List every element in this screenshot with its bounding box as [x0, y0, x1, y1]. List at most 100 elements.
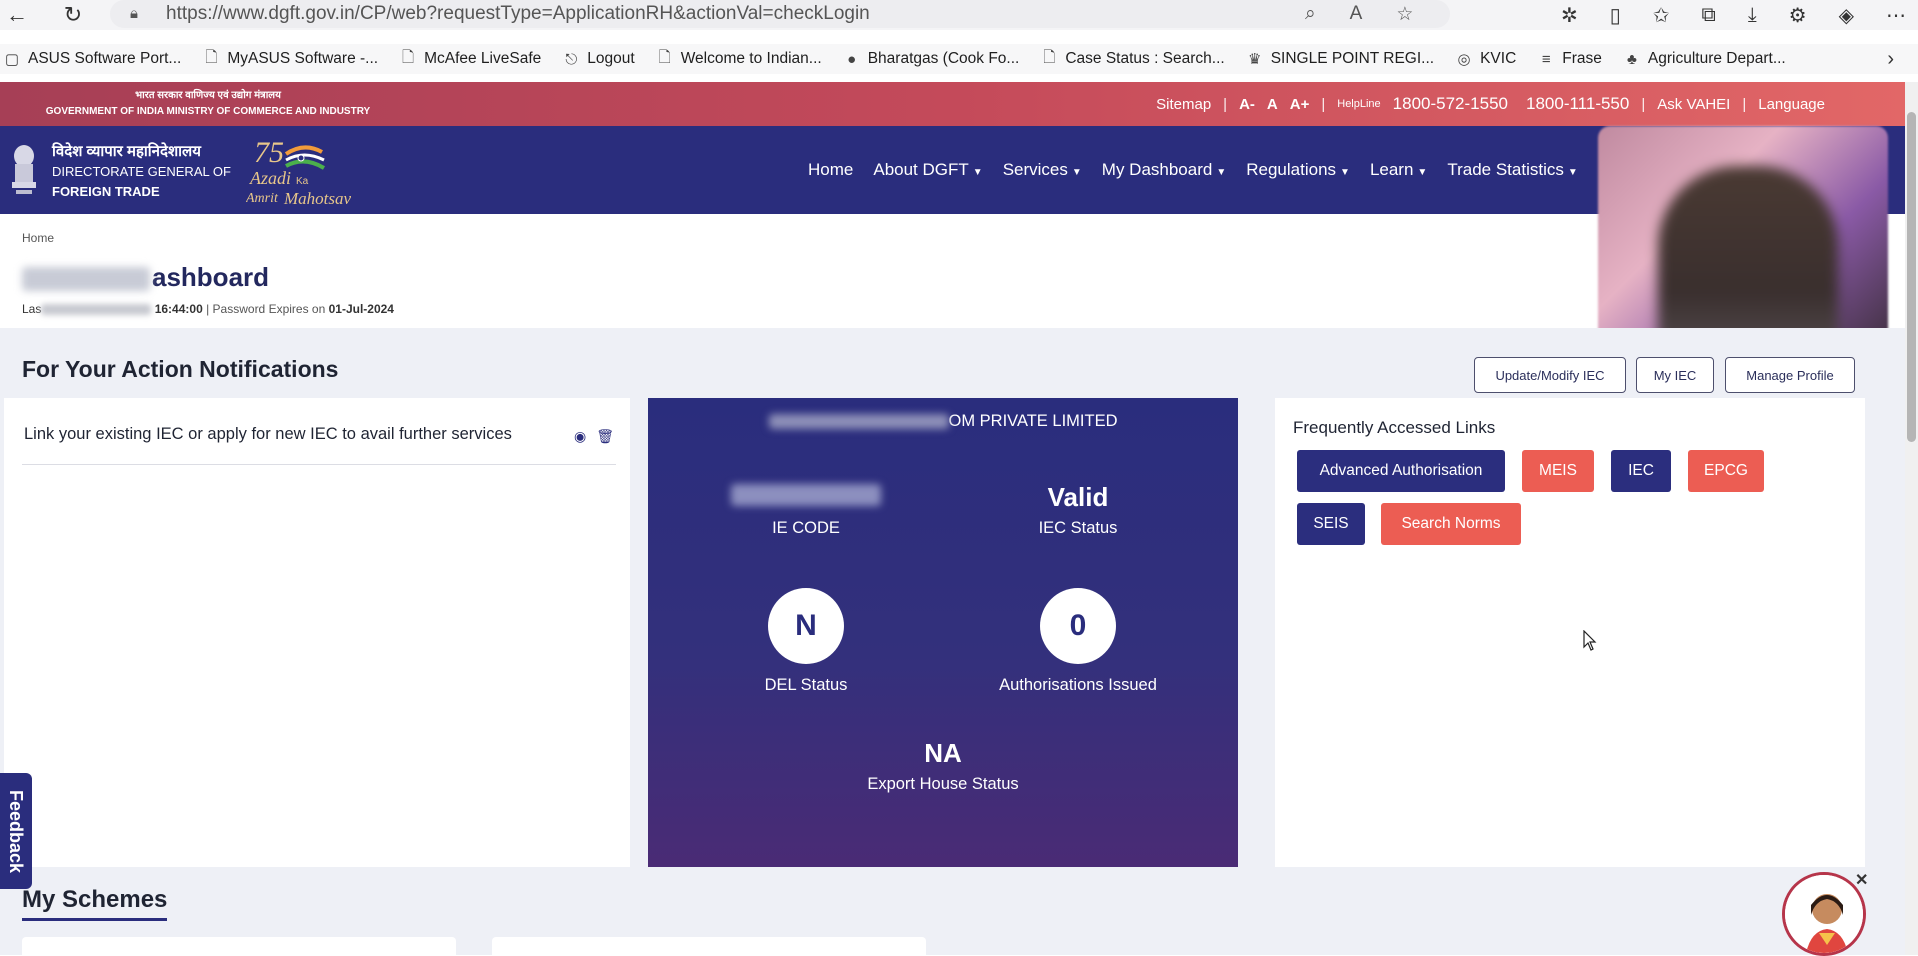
reload-icon[interactable]: ↻	[56, 0, 90, 30]
dgft-brand[interactable]: विदेश व्यापार महानिदेशालय DIRECTORATE GE…	[52, 142, 231, 202]
company-name: OM PRIVATE LIMITED	[648, 412, 1238, 431]
bookmark-item[interactable]: ♣ Agriculture Depart...	[1624, 50, 1786, 68]
nav-item-trade-statistics[interactable]: Trade Statistics ▼	[1447, 160, 1577, 180]
bookmark-item[interactable]: 🗋︎ Welcome to Indian...	[657, 48, 822, 68]
national-emblem-icon	[12, 145, 36, 194]
chat-assistant-avatar[interactable]	[1782, 872, 1866, 956]
nav-item-about-dgft[interactable]: About DGFT ▼	[873, 160, 982, 180]
page-scrollbar[interactable]	[1905, 82, 1918, 955]
scrollbar-thumb[interactable]	[1907, 112, 1916, 442]
my-iec-button[interactable]: My IEC	[1636, 357, 1714, 393]
split-screen-icon[interactable]: ▯	[1610, 3, 1621, 28]
bookmark-item[interactable]: 🗋︎ Case Status : Search...	[1041, 49, 1224, 68]
more-menu-icon[interactable]: ⋯	[1886, 3, 1906, 28]
nav-menu: Home About DGFT ▼ Services ▼ My Dashboard ▼ Reg…	[808, 126, 1578, 214]
zoom-icon[interactable]: ⌕	[1305, 3, 1316, 25]
export-house-stat: NA Export House Status	[813, 738, 1073, 794]
breadcrumb[interactable]: Home	[22, 231, 54, 245]
nav-item-label: Learn	[1369, 160, 1414, 179]
link-advanced-authorisation[interactable]: Advanced Authorisation	[1297, 450, 1505, 492]
bharatgas-icon: ●	[847, 50, 857, 68]
url-text: https://www.dgft.gov.in/CP/web?requestTy…	[166, 3, 870, 24]
update-modify-iec-button[interactable]: Update/Modify IEC	[1474, 357, 1626, 393]
ask-vahei-link[interactable]: Ask VAHEI	[1657, 96, 1730, 113]
nav-item-home[interactable]: Home	[808, 160, 853, 180]
last-login-info: Las 16:44:00 | Password Expires on 01-Ju…	[22, 302, 394, 316]
bookmark-item[interactable]: ⎋ Logout	[563, 50, 634, 68]
font-increase-button[interactable]: A+	[1290, 96, 1310, 113]
feedback-tab[interactable]: Feedback	[0, 773, 32, 889]
language-selector[interactable]: Language	[1758, 96, 1825, 113]
bookmark-item[interactable]: ♛ SINGLE POINT REGI...	[1247, 50, 1434, 68]
address-bar[interactable]: 🔒︎ https://www.dgft.gov.in/CP/web?reques…	[110, 0, 1450, 28]
separator: |	[1641, 95, 1646, 113]
helpline-label: HelpLine	[1337, 98, 1381, 110]
back-arrow-icon[interactable]: ←	[0, 0, 34, 30]
bookmarks-bar: ▢ ASUS Software Port... 🗋︎ MyASUS Software …	[0, 44, 1918, 74]
bookmark-item[interactable]: ◎ KVIC	[1456, 50, 1517, 68]
nav-item-label: About DGFT	[873, 160, 969, 179]
favorite-star-icon[interactable]: ☆	[1396, 3, 1413, 26]
nav-item-my-dashboard[interactable]: My Dashboard ▼	[1102, 160, 1226, 180]
nav-item-learn[interactable]: Learn ▼	[1370, 160, 1427, 180]
download-icon[interactable]: ⤓	[1748, 4, 1757, 27]
link-meis[interactable]: MEIS	[1522, 450, 1594, 492]
webcam-overlay	[1598, 126, 1888, 360]
eye-icon[interactable]: ◉	[574, 428, 586, 445]
export-house-label: Export House Status	[867, 775, 1019, 793]
extension-badge-icon[interactable]: ⚙	[1789, 3, 1807, 28]
bookmark-label: McAfee LiveSafe	[424, 50, 542, 67]
bookmark-item[interactable]: 🗋︎ MyASUS Software -...	[203, 49, 379, 68]
bookmark-item[interactable]: ▢ ASUS Software Port...	[4, 50, 181, 68]
del-status-label: DEL Status	[764, 676, 848, 694]
font-normal-button[interactable]: A	[1267, 96, 1278, 113]
svg-text:Mahotsav: Mahotsav	[283, 189, 352, 208]
action-notifications-title: For Your Action Notifications	[22, 356, 339, 382]
gov-top-strip: भारत सरकार वाणिज्य एवं उद्योग मंत्रालय G…	[0, 82, 1905, 126]
svg-text:Ka: Ka	[296, 176, 309, 187]
svg-text:75: 75	[254, 136, 284, 169]
collections-icon[interactable]: ⧉	[1702, 4, 1716, 27]
brand-line2: FOREIGN TRADE	[52, 184, 160, 199]
font-decrease-button[interactable]: A-	[1239, 96, 1255, 113]
notifications-panel: Link your existing IEC or apply for new …	[4, 398, 630, 867]
page-icon: 🗋︎	[658, 48, 671, 66]
nav-item-regulations[interactable]: Regulations ▼	[1246, 160, 1350, 180]
link-epcg[interactable]: EPCG	[1688, 450, 1764, 492]
authorisations-label: Authorisations Issued	[999, 676, 1157, 694]
notification-text[interactable]: Link your existing IEC or apply for new …	[24, 425, 512, 444]
nav-item-services[interactable]: Services ▼	[1003, 160, 1082, 180]
caret-down-icon: ▼	[1567, 167, 1578, 178]
read-aloud-icon[interactable]: A	[1350, 3, 1363, 25]
extensions-icon[interactable]: ✲	[1561, 3, 1578, 28]
gov-hindi-line: भारत सरकार वाणिज्य एवं उद्योग मंत्रालय	[135, 90, 281, 101]
link-seis[interactable]: SEIS	[1297, 503, 1365, 545]
sitemap-link[interactable]: Sitemap	[1156, 96, 1211, 113]
chevron-right-icon[interactable]: ›	[1887, 48, 1894, 71]
bookmark-item[interactable]: 🗋︎ McAfee LiveSafe	[400, 48, 542, 68]
browser-toolbar: ← ↻ 🔒︎ https://www.dgft.gov.in/CP/web?re…	[0, 0, 1918, 30]
lock-icon: 🔒︎	[130, 5, 138, 22]
iec-status-label: IEC Status	[1038, 519, 1118, 537]
bookmark-label: Agriculture Depart...	[1647, 50, 1786, 67]
bookmark-label: SINGLE POINT REGI...	[1270, 50, 1435, 67]
bookmark-item[interactable]: ≡ Frase	[1538, 50, 1602, 68]
last-login-time: 16:44:00	[154, 302, 203, 316]
nav-item-label: Home	[808, 160, 854, 179]
page-title-text: ashboard	[152, 262, 270, 292]
trash-icon[interactable]: 🗑︎	[596, 428, 614, 445]
bookmark-label: MyASUS Software -...	[227, 50, 379, 67]
manage-profile-button[interactable]: Manage Profile	[1725, 357, 1855, 393]
link-search-norms[interactable]: Search Norms	[1381, 503, 1521, 545]
page-icon: 🗋︎	[402, 48, 415, 66]
bookmark-item[interactable]: ● Bharatgas (Cook Fo...	[844, 50, 1019, 68]
scheme-card[interactable]	[492, 937, 926, 955]
scheme-card[interactable]	[22, 937, 456, 955]
close-icon[interactable]: ✕	[1855, 870, 1868, 890]
link-iec[interactable]: IEC	[1611, 450, 1671, 492]
azadi-ka-amrit-mahotsav-logo: 75 Azadi Ka Amrit Mahotsav	[246, 136, 352, 208]
favorites-icon[interactable]: ✩	[1653, 3, 1670, 28]
frequent-links-panel: Frequently Accessed Links Advanced Autho…	[1275, 398, 1865, 867]
edge-copilot-icon[interactable]: ◈	[1839, 3, 1854, 28]
bookmark-label: Welcome to Indian...	[680, 50, 822, 67]
